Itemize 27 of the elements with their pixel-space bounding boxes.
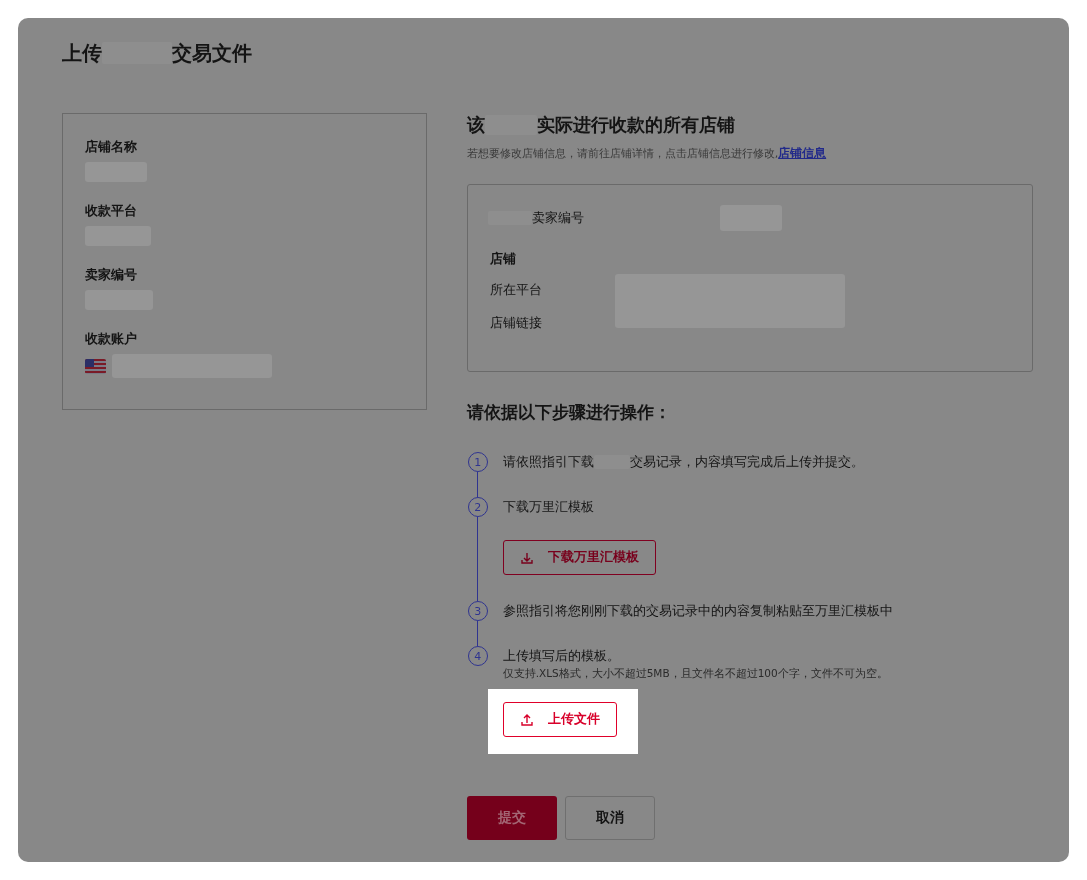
upload-button[interactable]: 上传文件 [502,702,617,737]
hint-text: 若想要修改店铺信息，请前往店铺详情，点击店铺信息进行修改,店铺信息 [466,145,828,162]
download-icon [519,550,534,565]
upload-icon [519,712,534,727]
step-text: 交易记录，内容填写完成后上传并提交。 [629,453,864,471]
field-label: 收款平台 [85,202,138,220]
submit-button[interactable]: 提交 [466,796,557,840]
page-title: 上传 [62,39,102,67]
download-button[interactable]: 下载万里汇模板 [502,540,656,575]
store-label: 店铺 [489,251,517,268]
step-text: 请依照指引下载 [502,453,594,471]
section-heading: 实际进行收款的所有店铺 [536,114,735,137]
field-label: 店铺名称 [85,138,138,156]
field-label: 所在平台 [489,282,543,299]
step-text: 参照指引将您刚刚下载的交易记录中的内容复制粘贴至万里汇模板中 [502,602,893,620]
section-heading: 该 [466,114,485,137]
field-label: 收款账户 [85,330,138,348]
page-title: 交易文件 [172,39,252,67]
field-label: 卖家编号 [85,266,138,284]
format-note: 仅支持.XLS格式，大小不超过5MB，且文件名不超过100个字，文件不可为空。 [502,667,888,681]
step-text: 下载万里汇模板 [502,498,594,516]
steps-heading: 请依据以下步骤进行操作： [466,402,672,424]
cancel-button[interactable]: 取消 [564,796,655,840]
seller-id-label: 卖家编号 [531,209,584,227]
store-info-link[interactable]: 店铺信息 [778,146,827,160]
step-text: 上传填写后的模板。 [502,647,620,665]
field-label: 店铺链接 [489,315,543,332]
